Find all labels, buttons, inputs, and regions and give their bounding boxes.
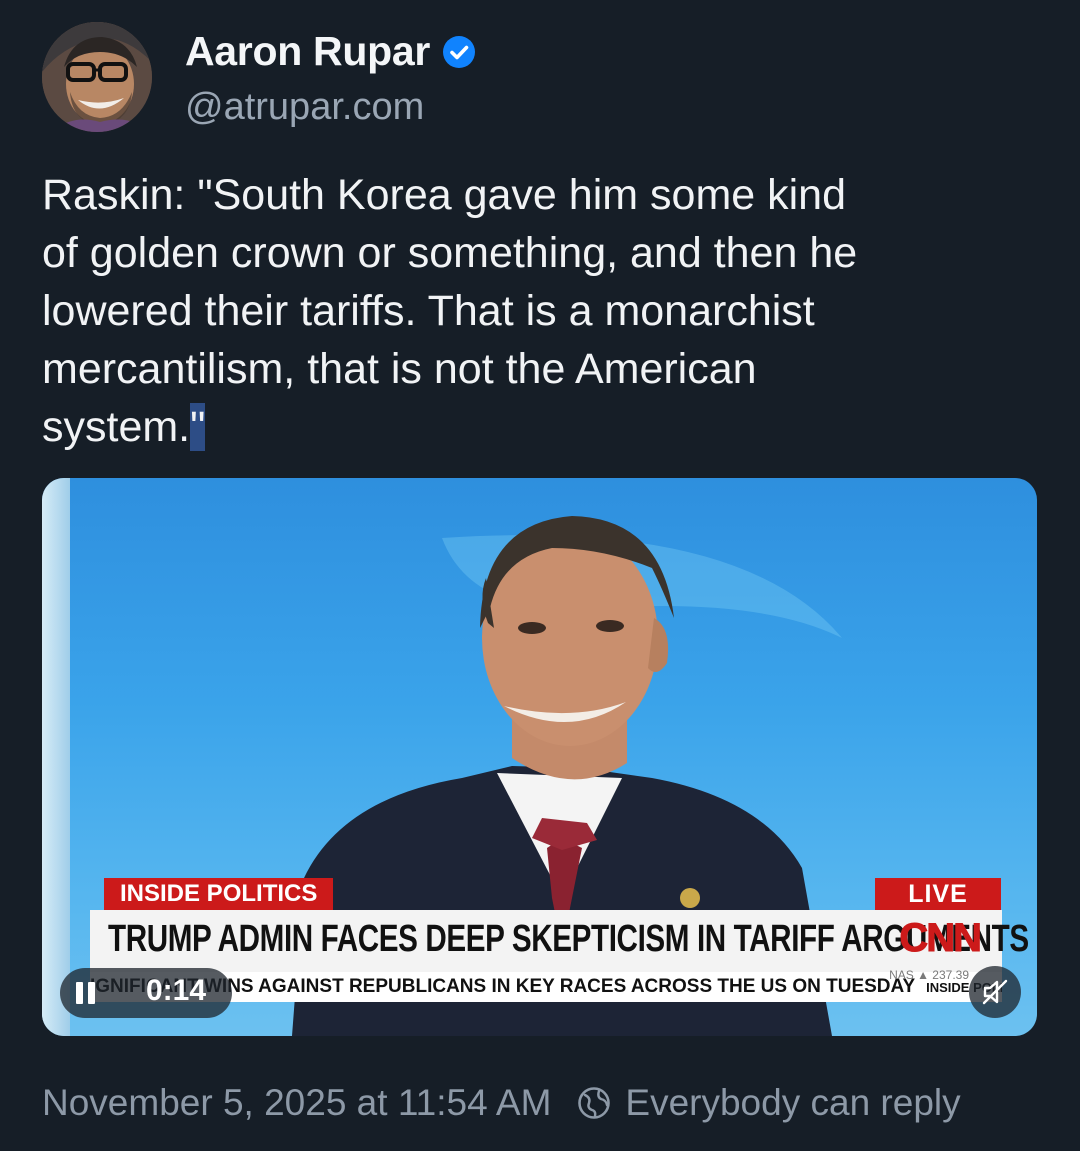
post-text-selection: " [190,403,206,451]
author-name-row[interactable]: Aaron Rupar [185,28,476,75]
video-player[interactable]: INSIDE POLITICS LIVE TRUMP ADMIN FACES D… [42,478,1037,1036]
playback-controls[interactable]: 0:14 [60,968,232,1018]
show-name-banner: INSIDE POLITICS [104,878,334,910]
chyron-headline: TRUMP ADMIN FACES DEEP SKEPTICISM IN TAR… [108,918,1029,960]
pause-icon[interactable] [76,982,98,1004]
post-text: Raskin: "South Korea gave him some kind … [42,166,1022,456]
mute-button[interactable] [969,966,1021,1018]
live-badge: LIVE [875,878,1001,910]
author-handle[interactable]: @atrupar.com [185,86,424,129]
market-ticker: NAS ▲ 237.39 [889,968,969,982]
post-text-main: Raskin: "South Korea gave him some kind … [42,171,858,451]
reply-setting[interactable]: Everybody can reply [625,1082,960,1124]
chyron: TRUMP ADMIN FACES DEEP SKEPTICISM IN TAR… [90,910,1029,972]
author-display-name[interactable]: Aaron Rupar [185,28,430,75]
author-avatar[interactable] [42,22,152,132]
post-footer: November 5, 2025 at 11:54 AM Everybody c… [42,1082,961,1124]
post-timestamp[interactable]: November 5, 2025 at 11:54 AM [42,1082,551,1124]
globe-icon [578,1087,611,1119]
verified-badge-icon [443,35,476,68]
muted-speaker-icon [982,979,1008,1005]
cnn-logo: CNN [899,916,983,961]
playback-time: 0:14 [146,974,207,1007]
avatar-image [42,22,152,132]
